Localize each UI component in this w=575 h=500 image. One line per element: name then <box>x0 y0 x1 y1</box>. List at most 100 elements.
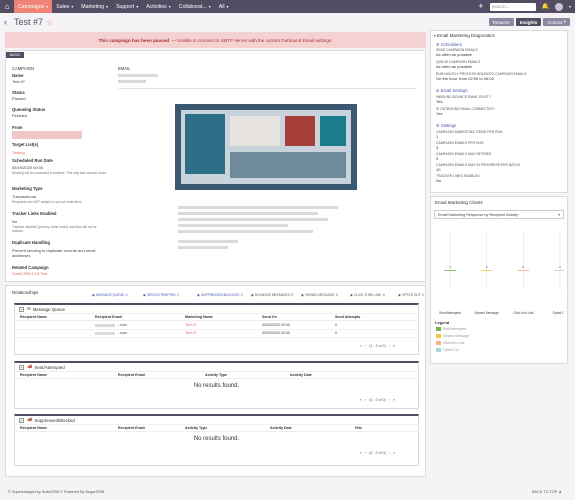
table-cell: 0 <box>335 331 337 335</box>
actions-button[interactable]: Actions ▾ <box>543 18 570 26</box>
pager-count: (1 - 2 of 2) <box>369 344 386 348</box>
field-label: Queueing Status <box>12 107 46 112</box>
tab-opted-out[interactable]: ▣ OPTED OUT: 0 <box>398 292 424 297</box>
sent-header[interactable]: + 📣 Sent/Attempted <box>15 363 418 372</box>
chart-type-select[interactable]: Email Marketing Response by Recipient Ac… <box>434 210 564 219</box>
tab-icon: ▣ <box>350 292 354 297</box>
back-to-top-link[interactable]: BACK TO TOP ▲ <box>532 490 562 494</box>
email-from-blur <box>118 80 146 83</box>
nav-item-sales[interactable]: Sales ▾ <box>52 0 77 13</box>
nav-item-activities[interactable]: Activities ▾ <box>142 0 174 13</box>
search-input[interactable]: Search... <box>489 2 536 11</box>
diag-value: 10 <box>436 167 441 172</box>
pager-prev-icon[interactable]: « <box>360 451 362 455</box>
pager-prev-icon[interactable]: ‹ <box>365 344 366 348</box>
diag-value: As often as possible <box>436 64 472 69</box>
diag-value: 3 <box>436 156 439 161</box>
column-header[interactable]: Activity Type <box>205 373 227 377</box>
chevron-down-icon: ▾ <box>558 212 560 217</box>
tab-suppressed-blocked[interactable]: ▣ SUPPRESSED/BLOCKED: 0 <box>197 292 242 297</box>
table-cell: 05/20/2020 00:00 <box>262 331 290 335</box>
pager-next-icon[interactable]: › <box>389 344 390 348</box>
blocked-header[interactable]: + 📣 Suppressed/Blocked <box>15 416 418 425</box>
chart-value-label: 0 <box>449 265 451 269</box>
no-results: No results found. <box>193 383 240 389</box>
field-label: Name <box>12 73 24 78</box>
home-icon[interactable]: ⌂ <box>0 0 14 13</box>
pager-prev-icon[interactable]: « <box>360 398 362 402</box>
column-header[interactable]: Recipient Name <box>20 315 47 319</box>
field-value[interactable]: Testing <box>12 150 107 155</box>
chevron-down-icon: ▾ <box>46 4 49 9</box>
pager-prev-icon[interactable]: ‹ <box>365 451 366 455</box>
column-header[interactable]: Recipient Name <box>20 373 47 377</box>
pager-prev-icon[interactable]: « <box>360 344 362 348</box>
email-subject-blur <box>118 74 158 77</box>
settings-label: Settings <box>440 123 457 128</box>
message-queue-header[interactable]: + ✉ Message Queue <box>15 305 418 314</box>
expand-icon[interactable]: + <box>19 417 24 423</box>
create-icon[interactable]: + <box>478 2 483 11</box>
email-divider <box>118 88 416 89</box>
tab-click-thru-link[interactable]: ▣ CLICK-THRU LINK: 0 <box>350 292 385 297</box>
response-chart: 0 Sent/Attempted 0 Viewed Message 0 Click-thr… <box>439 232 564 315</box>
field-hint: Trackers disabled (privacy, clean mode) … <box>12 225 97 234</box>
pager-count: (0 - 0 of 0) <box>369 398 386 402</box>
tab-bounced-messages[interactable]: ▣ BOUNCED MESSAGES: 0 <box>251 292 293 297</box>
chart-bar <box>517 270 530 271</box>
table-cell[interactable]: Test #7 <box>185 323 197 327</box>
field-value: Test #7 <box>12 79 25 84</box>
column-header[interactable]: Send Attempts <box>335 315 360 319</box>
footer-credits[interactable]: © Supercharged by SuiteCRM © Powered By … <box>8 490 104 494</box>
pager-next-icon[interactable]: › <box>389 451 390 455</box>
nav-item-marketing[interactable]: Marketing ▾ <box>77 0 112 13</box>
table-cell: 0 <box>335 323 337 327</box>
alert-bold: This campaign has been paused <box>98 37 170 43</box>
column-header[interactable]: Recipient Email <box>118 426 145 430</box>
table-cell: 05/20/2020 00:00 <box>262 323 290 327</box>
column-header[interactable]: Hits <box>355 426 362 430</box>
tab-icon: ▣ <box>398 292 402 297</box>
expand-icon[interactable]: + <box>19 364 24 370</box>
column-header[interactable]: Send On <box>262 315 277 319</box>
chart-select-value: Email Marketing Response by Recipient Ac… <box>438 212 519 217</box>
column-header[interactable]: Activity Type <box>185 426 207 430</box>
tab-message-queue[interactable]: ▣ MESSAGE QUEUE: 2 <box>92 292 128 297</box>
tab-label: MESSAGE QUEUE: 2 <box>96 292 128 297</box>
pager-next-icon[interactable]: » <box>393 451 395 455</box>
back-icon[interactable]: ‹ <box>4 17 14 27</box>
pager-next-icon[interactable]: › <box>389 398 390 402</box>
field-value[interactable]: SuiteCRM 8.18 Test <box>12 271 107 276</box>
notification-icon[interactable]: 🔔 <box>542 3 549 10</box>
expand-icon[interactable]: + <box>19 306 24 312</box>
tab-sent-attempted[interactable]: ▣ SENT/ATTEMPTED: 0 <box>143 292 179 297</box>
column-header[interactable]: Recipient Email <box>95 315 122 319</box>
tab-icon: ▣ <box>143 292 147 297</box>
column-header[interactable]: Recipient Name <box>20 426 47 430</box>
table-cell[interactable]: Test #7 <box>185 331 197 335</box>
avatar[interactable] <box>554 2 563 11</box>
header-divider <box>14 431 419 432</box>
resume-button[interactable]: Resume <box>488 18 514 26</box>
favorite-star-icon[interactable]: ☆ <box>46 18 53 27</box>
tab-viewed-message[interactable]: ▣ VIEWED MESSAGE: 0 <box>301 292 338 297</box>
tab-basic[interactable]: BASIC <box>6 52 24 58</box>
pager-prev-icon[interactable]: ‹ <box>365 398 366 402</box>
column-header[interactable]: Marketing Name <box>185 315 213 319</box>
column-header[interactable]: Recipient Email <box>118 373 145 377</box>
settings-heading: ⚙ Settings <box>436 123 457 128</box>
pager-next-icon[interactable]: » <box>393 344 395 348</box>
diag-label: TRACKER LINKS ENABLED <box>436 174 480 178</box>
nav-item-all[interactable]: All ▾ <box>215 0 233 13</box>
field-value: Prevent sending to duplicate records and… <box>12 248 96 258</box>
column-header[interactable]: Activity Date <box>270 426 292 430</box>
pager-next-icon[interactable]: » <box>393 398 395 402</box>
nav-item-label: Marketing <box>81 3 105 10</box>
insights-button[interactable]: Insights <box>515 18 542 26</box>
chevron-down-icon[interactable]: ▾ <box>569 4 571 9</box>
diag-value: On the hour, from 02:00 to 06:00 <box>436 76 494 81</box>
column-header[interactable]: Activity Date <box>290 373 312 377</box>
nav-item-campaigns[interactable]: Campaigns ▾ <box>14 0 53 13</box>
nav-item-collaborat[interactable]: Collaborat... ▾ <box>175 0 215 13</box>
nav-item-support[interactable]: Support ▾ <box>112 0 142 13</box>
